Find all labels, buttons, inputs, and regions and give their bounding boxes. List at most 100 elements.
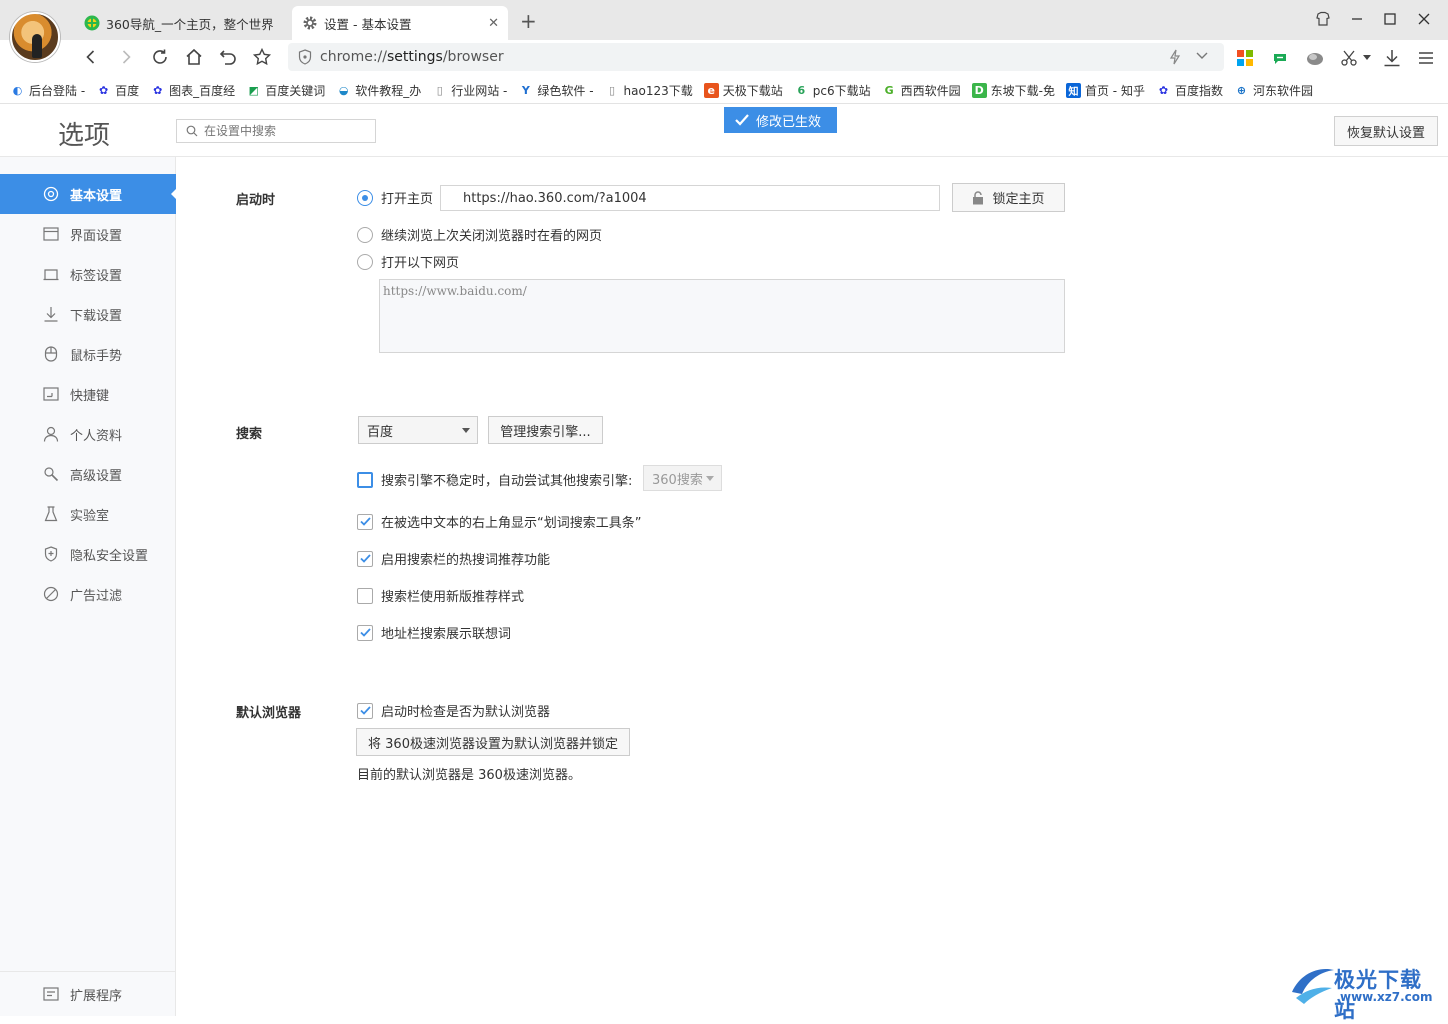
scissors-icon[interactable]: [1338, 47, 1360, 69]
tab-360-nav[interactable]: 360导航_一个主页，整个世界: [74, 6, 289, 40]
new-tab-button[interactable]: +: [520, 9, 537, 33]
bookmark-item[interactable]: ▯ 行业网站 -: [432, 82, 508, 99]
tutorial-icon: ◒: [338, 84, 349, 97]
manage-search-engines-button[interactable]: 管理搜索引擎...: [488, 416, 603, 444]
bookmark-item[interactable]: Y 绿色软件 -: [518, 82, 594, 99]
sidebar-item-extensions[interactable]: 扩展程序: [0, 971, 176, 1016]
sidebar-item-shortcuts[interactable]: 快捷键: [0, 374, 176, 414]
xixi-icon: G: [884, 84, 894, 97]
security-shield-icon: [298, 49, 312, 65]
reload-icon[interactable]: [148, 45, 172, 69]
bookmark-item[interactable]: ⊕ 河东软件园: [1234, 82, 1313, 99]
checkbox[interactable]: [357, 624, 373, 641]
restore-defaults-button[interactable]: 恢复默认设置: [1334, 116, 1438, 146]
fallback-engine-select: 360搜索: [643, 465, 722, 491]
bookmark-item[interactable]: G 西西软件园: [882, 82, 961, 99]
sidebar-item-download[interactable]: 下载设置: [0, 294, 176, 334]
download-icon[interactable]: [1381, 47, 1403, 69]
bookmark-item[interactable]: ▯ hao123下载: [605, 82, 693, 99]
hedong-icon: ⊕: [1236, 84, 1247, 97]
bookmark-item[interactable]: D 东坡下载-免: [971, 82, 1055, 99]
window-icon: [42, 225, 60, 243]
set-default-browser-button[interactable]: 将 360极速浏览器设置为默认浏览器并锁定: [356, 728, 630, 756]
bookmark-item[interactable]: ◐ 后台登陆 -: [10, 82, 85, 99]
checkbox[interactable]: [357, 587, 373, 604]
bookmark-item[interactable]: 6 pc6下载站: [794, 82, 870, 99]
fallback-engine-option[interactable]: 搜索引擎不稳定时，自动尝试其他搜索引擎:: [357, 470, 632, 489]
search-input[interactable]: [204, 124, 374, 138]
tab-label: 360导航_一个主页，整个世界: [106, 16, 274, 32]
address-bar[interactable]: chrome://settings/browser: [288, 43, 1224, 71]
game-extension-icon[interactable]: [1304, 47, 1326, 69]
bookmarks-bar: ◐ 后台登陆 - ✿ 百度 ✿ 图表_百度经 ◩ 百度关键词 ◒ 软件教程_办 …: [0, 78, 1448, 104]
search-option-row[interactable]: 在被选中文本的右上角显示“划词搜索工具条”: [357, 512, 641, 531]
sidebar-item-lab[interactable]: 实验室: [0, 494, 176, 534]
sidebar-item-tabs[interactable]: 标签设置: [0, 254, 176, 294]
speed-mode-icon[interactable]: [1168, 49, 1182, 65]
chevron-down-icon: [706, 476, 714, 481]
search-engine-select[interactable]: 百度: [358, 416, 478, 444]
checkbox[interactable]: [357, 513, 373, 530]
skin-icon[interactable]: [1313, 10, 1333, 28]
page-icon: ▯: [436, 84, 443, 97]
home-icon[interactable]: [182, 45, 206, 69]
bookmark-item[interactable]: ◒ 软件教程_办: [336, 82, 421, 99]
settings-search-box[interactable]: [176, 119, 376, 143]
bookmark-item[interactable]: e 天极下载站: [703, 82, 783, 99]
checkbox[interactable]: [357, 702, 373, 719]
sidebar-item-adblock[interactable]: 广告过滤: [0, 574, 176, 614]
radio-button[interactable]: [357, 253, 373, 270]
close-window-icon[interactable]: [1414, 10, 1434, 28]
close-tab-icon[interactable]: ✕: [488, 16, 499, 31]
checkbox[interactable]: [357, 550, 373, 567]
default-browser-status: 目前的默认浏览器是 360极速浏览器。: [357, 768, 581, 783]
radio-open-home[interactable]: 打开主页: [357, 188, 433, 207]
tab-label: 设置 - 基本设置: [324, 16, 412, 32]
scissors-menu-caret-icon[interactable]: [1360, 47, 1374, 69]
sidebar-item-basic[interactable]: 基本设置: [0, 174, 177, 214]
bookmark-item[interactable]: ◩ 百度关键词: [246, 82, 325, 99]
undo-close-icon[interactable]: [216, 45, 240, 69]
radio-button[interactable]: [357, 226, 373, 243]
sidebar-item-mouse-gesture[interactable]: 鼠标手势: [0, 334, 176, 374]
forward-icon[interactable]: [114, 45, 138, 69]
check-default-browser-option[interactable]: 启动时检查是否为默认浏览器: [357, 701, 550, 720]
radio-open-pages[interactable]: 打开以下网页: [357, 252, 459, 271]
search-option-row[interactable]: 启用搜索栏的热搜词推荐功能: [357, 549, 550, 568]
bookmark-item[interactable]: ✿ 百度: [96, 82, 139, 99]
bookmark-item[interactable]: ✿ 图表_百度经: [150, 82, 235, 99]
radio-continue-session[interactable]: 继续浏览上次关闭浏览器时在看的网页: [357, 225, 602, 244]
avatar[interactable]: [10, 12, 60, 62]
search-option-row[interactable]: 搜索栏使用新版推荐样式: [357, 586, 524, 605]
baidu-paw-icon: ✿: [1158, 84, 1169, 97]
settings-sidebar: 基本设置 界面设置 标签设置 下载设置 鼠标手势 快捷键 个人资料 高级设置 实…: [0, 157, 177, 1016]
checkbox[interactable]: [357, 471, 373, 488]
startup-pages-textarea[interactable]: https://www.baidu.com/: [379, 279, 1065, 353]
sidebar-item-advanced[interactable]: 高级设置: [0, 454, 176, 494]
minimize-icon[interactable]: [1347, 10, 1367, 28]
bookmark-item[interactable]: ✿ 百度指数: [1156, 82, 1223, 99]
dongpo-icon: D: [971, 83, 987, 98]
gear-icon: [302, 15, 318, 31]
home-url-input[interactable]: [440, 185, 940, 211]
menu-icon[interactable]: [1415, 47, 1437, 69]
bookmark-item[interactable]: 知 首页 - 知乎: [1065, 82, 1145, 99]
sidebar-item-profile[interactable]: 个人资料: [0, 414, 176, 454]
search-option-row[interactable]: 地址栏搜索展示联想词: [357, 623, 511, 642]
mouse-icon: [42, 345, 60, 363]
radio-button[interactable]: [357, 189, 373, 206]
tab-settings[interactable]: 设置 - 基本设置 ✕: [292, 6, 508, 40]
chevron-down-icon[interactable]: [1196, 51, 1208, 61]
settings-content: 启动时 打开主页 锁定主页 继续浏览上次关闭浏览器时在看的网页 打开以下网页 h…: [177, 157, 1448, 1016]
lock-home-button[interactable]: 锁定主页: [952, 183, 1065, 212]
sidebar-item-privacy[interactable]: 隐私安全设置: [0, 534, 176, 574]
maximize-icon[interactable]: [1380, 10, 1400, 28]
startup-section-label: 启动时: [236, 193, 276, 208]
apps-grid-icon[interactable]: [1234, 47, 1256, 69]
sidebar-item-interface[interactable]: 界面设置: [0, 214, 176, 254]
wrench-icon: [42, 465, 60, 483]
extensions-icon: [42, 985, 60, 1003]
chat-extension-icon[interactable]: [1269, 47, 1291, 69]
back-icon[interactable]: [79, 45, 103, 69]
star-icon[interactable]: [250, 45, 274, 69]
